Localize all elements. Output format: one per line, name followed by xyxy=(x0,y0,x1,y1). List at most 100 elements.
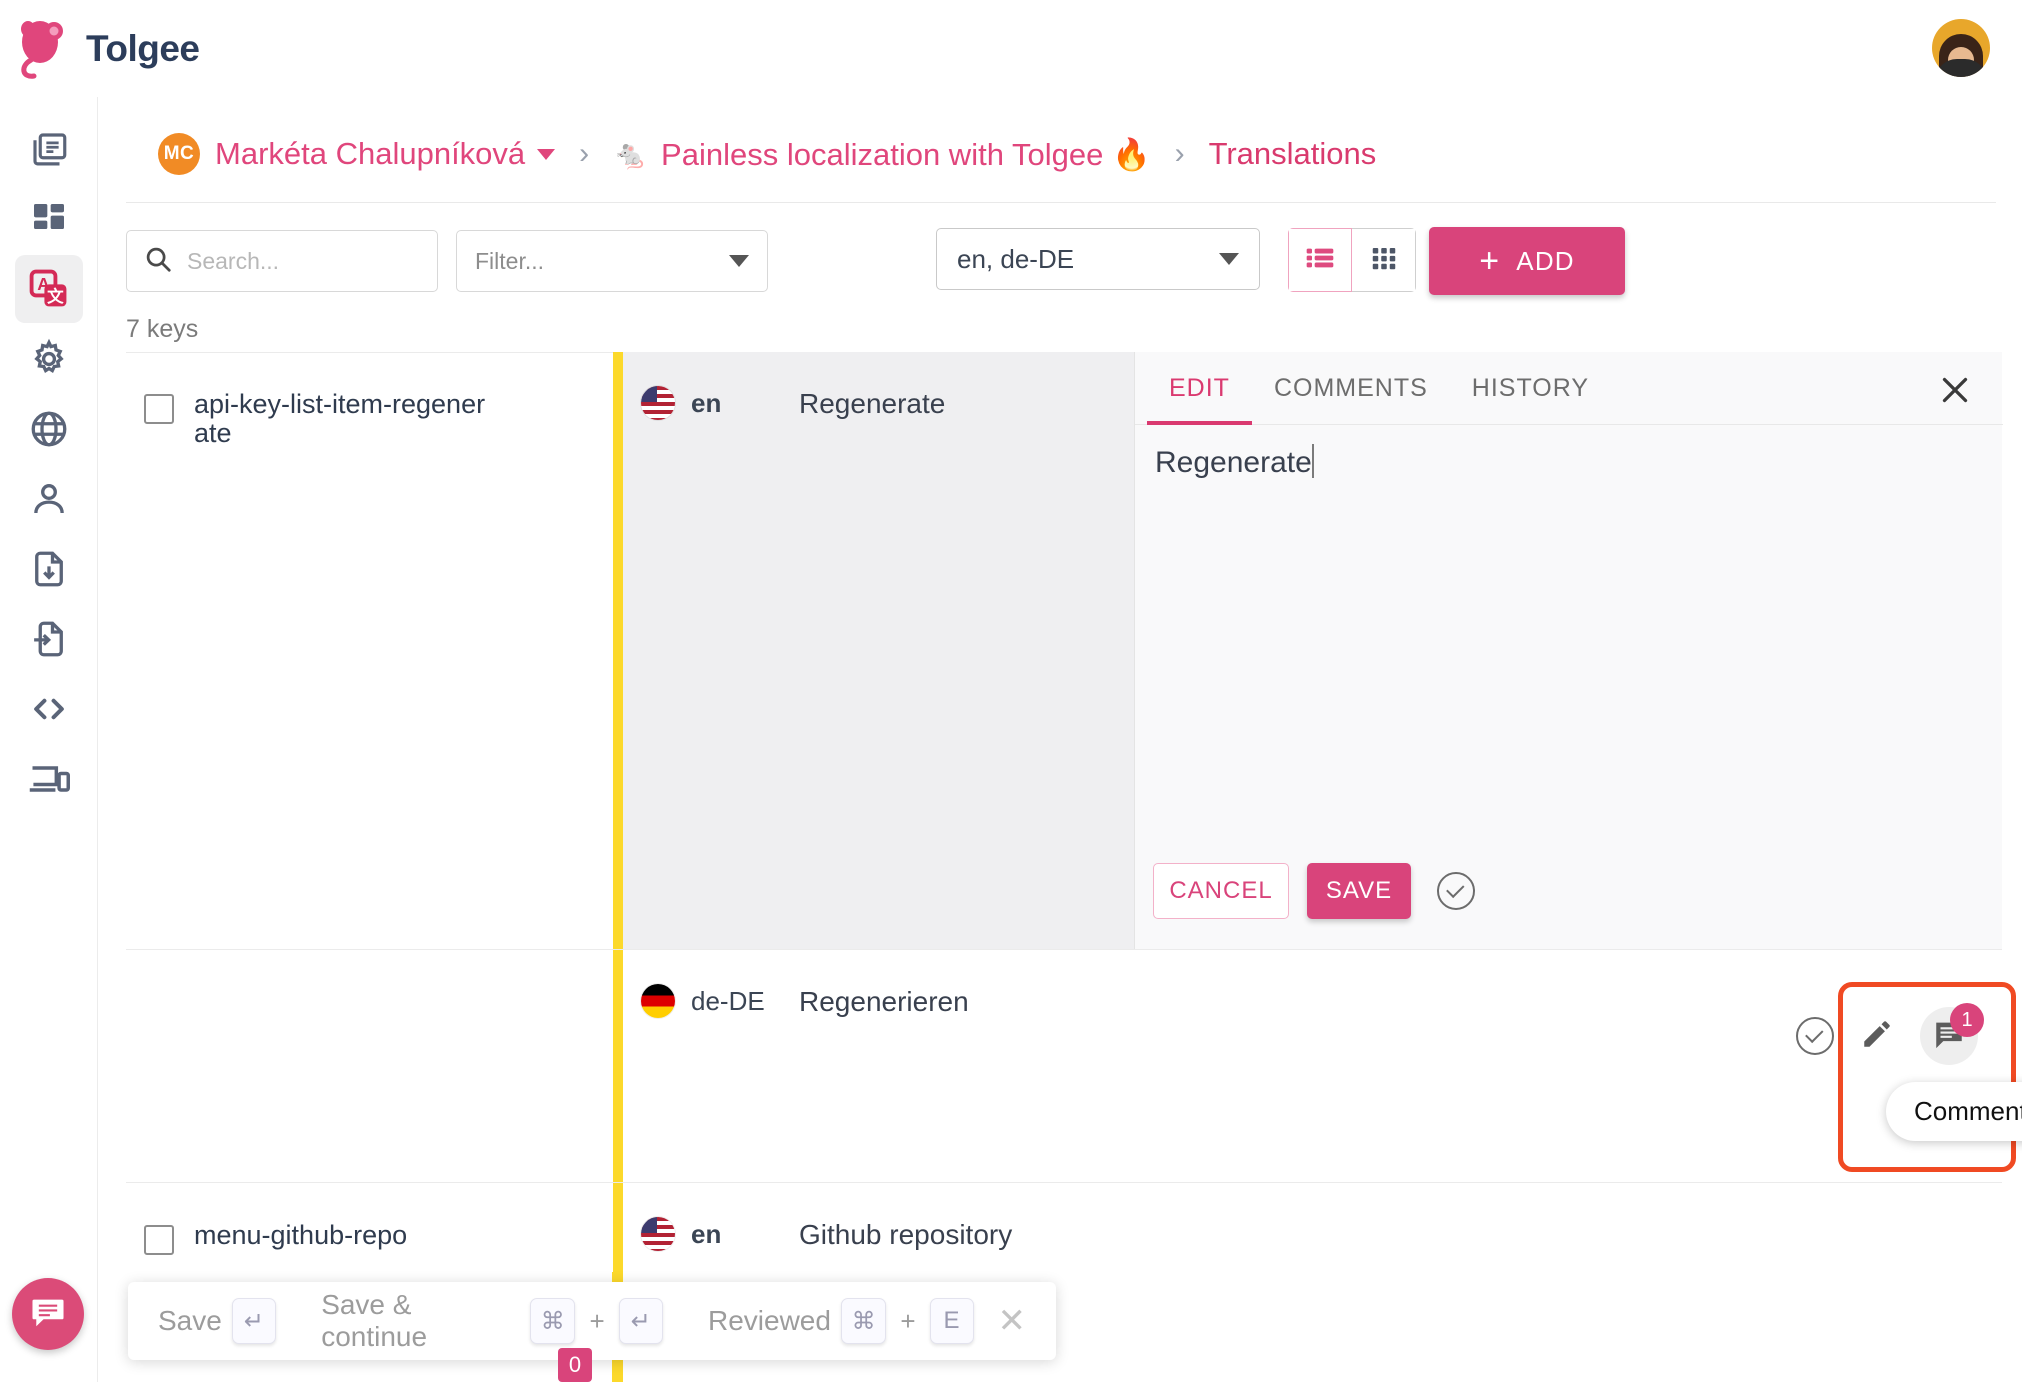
main-content: MC Markéta Chalupníková › 🐁 Painless loc… xyxy=(98,97,2022,1382)
language-select-value: en, de-DE xyxy=(957,244,1219,275)
tab-comments[interactable]: COMMENTS xyxy=(1252,352,1450,425)
breadcrumb-user-avatar[interactable]: MC xyxy=(158,133,200,175)
translation-row-de[interactable]: de-DE Regenerieren xyxy=(623,950,969,1018)
kbd-e-icon: E xyxy=(930,1298,974,1344)
editor-value: Regenerate xyxy=(1155,446,1312,479)
shortcut-plus-2: + xyxy=(900,1306,915,1337)
language-code-en: en xyxy=(691,386,799,419)
sidebar-item-settings[interactable] xyxy=(15,325,83,393)
header-divider xyxy=(126,202,1996,203)
file-export-icon xyxy=(28,548,70,590)
sidebar-item-dashboard[interactable] xyxy=(15,185,83,253)
chevron-down-icon[interactable] xyxy=(537,149,555,160)
us-flag-icon xyxy=(641,386,675,420)
shortcut-reviewed-label: Reviewed xyxy=(708,1305,831,1337)
sidebar-item-integrate[interactable] xyxy=(15,745,83,813)
key-count-label: 7 keys xyxy=(126,315,198,344)
translation-row-en-2[interactable]: en Github repository xyxy=(623,1183,1012,1251)
filter-select[interactable]: Filter... xyxy=(456,230,768,292)
translation-text-en: Regenerate xyxy=(799,386,945,420)
recording-indicator: 0 xyxy=(558,1348,592,1382)
sidebar-item-translations[interactable]: A 文 xyxy=(15,255,83,323)
brand-name: Tolgee xyxy=(86,28,200,70)
filter-label: Filter... xyxy=(475,248,729,275)
edit-button[interactable] xyxy=(1848,1007,1906,1065)
breadcrumb-separator-2: › xyxy=(1175,137,1185,171)
list-view-icon xyxy=(1304,242,1336,279)
translation-text-en: Github repository xyxy=(799,1217,1012,1251)
file-import-icon xyxy=(28,618,70,660)
project-mouse-emoji-icon: 🐁 xyxy=(613,138,648,171)
avatar[interactable] xyxy=(1932,19,1990,77)
editor-textarea[interactable]: Regenerate xyxy=(1155,444,1314,480)
shortcut-bar: Save ↵ Save & continue ⌘ + ↵ Reviewed ⌘ … xyxy=(128,1282,1056,1360)
svg-text:文: 文 xyxy=(47,286,64,306)
key-cell: menu-github-repo xyxy=(126,1183,613,1255)
translation-text-de: Regenerieren xyxy=(799,984,969,1018)
sidebar-item-projects[interactable] xyxy=(15,115,83,183)
key-name: api-key-list-item-regenerate xyxy=(194,390,494,448)
row-state-bar xyxy=(613,352,623,949)
view-toggle-group xyxy=(1288,228,1416,292)
language-select[interactable]: en, de-DE xyxy=(936,228,1260,290)
grid-view-icon xyxy=(1369,243,1399,278)
add-key-label: ADD xyxy=(1516,246,1575,277)
row-state-bar xyxy=(613,950,623,1182)
shortcut-plus-1: + xyxy=(589,1306,604,1337)
de-row-actions: 1 xyxy=(1796,1007,1978,1065)
us-flag-icon xyxy=(641,1217,675,1251)
plus-icon: + xyxy=(1479,244,1500,278)
view-toggle-list[interactable] xyxy=(1288,228,1352,292)
gear-icon xyxy=(28,338,70,380)
language-code-en: en xyxy=(691,1217,799,1250)
left-sidebar: A 文 xyxy=(0,97,98,1382)
toolbar: Filter... en, de-DE xyxy=(126,230,2002,306)
editor-tabs: EDIT COMMENTS HISTORY xyxy=(1135,352,2003,425)
top-bar: Tolgee xyxy=(0,0,2022,97)
sidebar-item-members[interactable] xyxy=(15,465,83,533)
search-box[interactable] xyxy=(126,230,438,292)
cancel-button[interactable]: CANCEL xyxy=(1153,863,1289,919)
close-icon[interactable] xyxy=(1937,372,1973,408)
tab-edit[interactable]: EDIT xyxy=(1147,352,1252,425)
kbd-command-icon: ⌘ xyxy=(841,1298,886,1344)
kbd-enter-icon: ↵ xyxy=(619,1298,663,1344)
translation-editor-panel: EDIT COMMENTS HISTORY Regenerate CANCEL … xyxy=(1134,352,2002,949)
breadcrumb-user-link[interactable]: Markéta Chalupníková xyxy=(215,136,525,172)
comments-button[interactable]: 1 xyxy=(1920,1007,1978,1065)
comments-tooltip: Comments xyxy=(1886,1082,2022,1141)
brand[interactable]: Tolgee xyxy=(14,18,200,80)
person-icon xyxy=(28,478,70,520)
breadcrumb-separator-1: › xyxy=(579,137,589,171)
sidebar-item-languages[interactable] xyxy=(15,395,83,463)
sidebar-item-developer[interactable] xyxy=(15,675,83,743)
breadcrumb-project-link[interactable]: Painless localization with Tolgee 🔥 xyxy=(661,136,1151,173)
close-icon[interactable]: ✕ xyxy=(998,1301,1027,1341)
sidebar-item-import[interactable] xyxy=(15,605,83,673)
pencil-icon xyxy=(1860,1017,1894,1056)
breadcrumb-current-page: Translations xyxy=(1209,136,1377,172)
translation-cell-en-active[interactable]: en Regenerate xyxy=(623,352,1134,949)
chevron-down-icon xyxy=(1219,253,1239,265)
chat-support-button[interactable] xyxy=(12,1278,84,1350)
key-checkbox[interactable] xyxy=(144,1225,174,1255)
tab-history[interactable]: HISTORY xyxy=(1450,352,1611,425)
kbd-enter-icon: ↵ xyxy=(232,1298,276,1344)
view-toggle-grid[interactable] xyxy=(1352,228,1416,292)
dashboard-grid-icon xyxy=(29,199,69,239)
search-icon xyxy=(143,244,173,279)
kbd-command-icon: ⌘ xyxy=(530,1298,575,1344)
add-key-button[interactable]: + ADD xyxy=(1429,227,1625,295)
translations-list: api-key-list-item-regenerate en Regenera… xyxy=(126,352,2002,1382)
save-button[interactable]: SAVE xyxy=(1307,863,1411,919)
check-circle-icon[interactable] xyxy=(1437,872,1475,910)
editor-actions: CANCEL SAVE xyxy=(1153,863,1475,919)
shortcut-save-continue-label: Save & continue xyxy=(321,1289,520,1353)
search-input[interactable] xyxy=(187,248,421,275)
text-caret xyxy=(1312,444,1314,478)
sidebar-item-export[interactable] xyxy=(15,535,83,603)
key-checkbox[interactable] xyxy=(144,394,174,424)
check-circle-icon[interactable] xyxy=(1796,1017,1834,1055)
translate-icon: A 文 xyxy=(27,267,71,311)
key-cell: api-key-list-item-regenerate xyxy=(126,352,613,448)
